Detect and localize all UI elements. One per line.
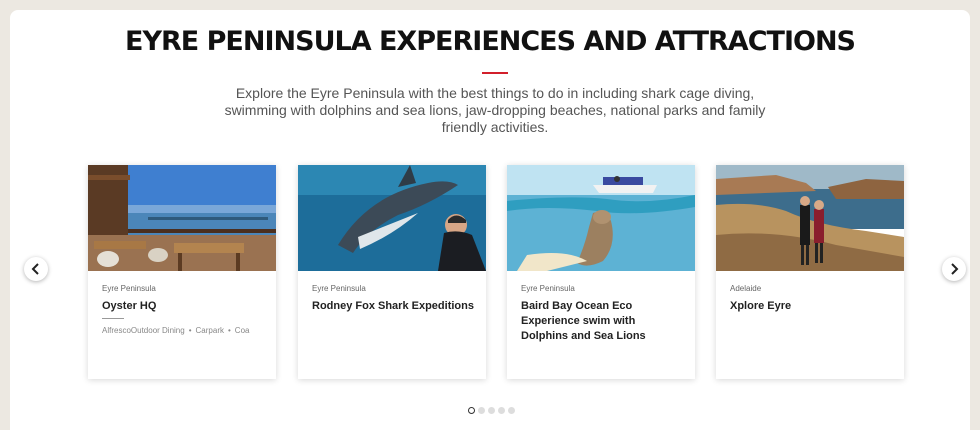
experience-card[interactable]: Adelaide Xplore Eyre: [716, 165, 904, 379]
section-title: EYRE PENINSULA EXPERIENCES AND ATTRACTIO…: [125, 26, 856, 57]
title-accent-rule: [482, 72, 508, 74]
carousel-next-button[interactable]: [942, 257, 966, 281]
pagination-dot[interactable]: [498, 407, 505, 414]
experience-card[interactable]: Eyre Peninsula Baird Bay Ocean Eco Exper…: [507, 165, 695, 379]
experience-card[interactable]: Eyre Peninsula Rodney Fox Shark Expediti…: [298, 165, 486, 379]
card-region: Eyre Peninsula: [312, 284, 366, 293]
sea-lion-photo: [507, 165, 695, 271]
card-tag: Carpark: [195, 326, 224, 335]
card-region: Eyre Peninsula: [102, 284, 156, 293]
card-divider: [102, 318, 124, 319]
card-title[interactable]: Rodney Fox Shark Expeditions: [312, 299, 476, 314]
card-region: Adelaide: [730, 284, 762, 293]
coastal-cliffs-couple-photo: [716, 165, 904, 271]
experience-card[interactable]: Eyre Peninsula Oyster HQ AlfrescoOutdoor…: [88, 165, 276, 379]
experiences-section: EYRE PENINSULA EXPERIENCES AND ATTRACTIO…: [10, 10, 970, 430]
pagination-dot[interactable]: [478, 407, 485, 414]
card-region: Eyre Peninsula: [521, 284, 575, 293]
tag-separator: •: [227, 326, 231, 335]
card-tag: Coa: [234, 326, 250, 335]
chevron-right-icon: [951, 263, 959, 275]
card-title[interactable]: Xplore Eyre: [730, 299, 894, 314]
card-title[interactable]: Baird Bay Ocean Eco Experience swim with…: [521, 299, 685, 344]
card-tags: AlfrescoOutdoor Dining • Carpark • Coa: [102, 326, 276, 335]
pagination-dot[interactable]: [508, 407, 515, 414]
card-tag: AlfrescoOutdoor Dining: [102, 326, 185, 335]
pagination-dot[interactable]: [468, 407, 475, 414]
card-title[interactable]: Oyster HQ: [102, 299, 266, 314]
shark-diver-photo: [298, 165, 486, 271]
section-intro: Explore the Eyre Peninsula with the best…: [224, 85, 766, 135]
tag-separator: •: [188, 326, 192, 335]
restaurant-deck-photo: [88, 165, 276, 271]
carousel-prev-button[interactable]: [24, 257, 48, 281]
chevron-left-icon: [31, 263, 39, 275]
carousel-pagination: [468, 407, 515, 414]
pagination-dot[interactable]: [488, 407, 495, 414]
